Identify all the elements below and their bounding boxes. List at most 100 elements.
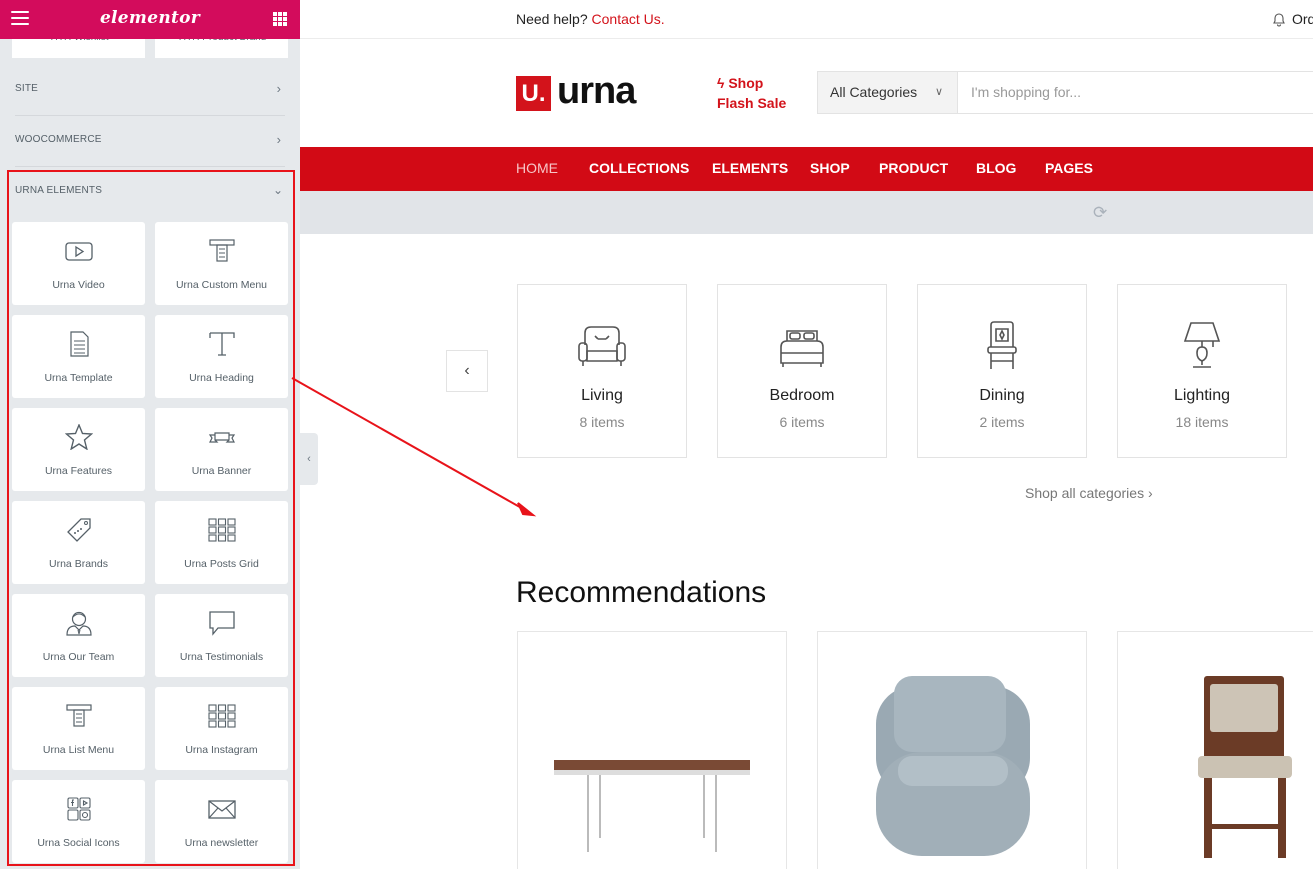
banner-icon xyxy=(155,424,288,450)
shop-all-categories-link[interactable]: Shop all categories › xyxy=(1025,485,1153,501)
grid-icon xyxy=(155,517,288,543)
widget-urna-list-menu[interactable]: Urna List Menu xyxy=(12,687,145,770)
nav-product[interactable]: PRODUCT xyxy=(879,160,948,176)
flash-sale-link[interactable]: ϟ Shop Flash Sale xyxy=(717,73,786,113)
widget-urna-brands[interactable]: Urna Brands xyxy=(12,501,145,584)
category-name: Bedroom xyxy=(769,387,835,404)
custom-menu-icon xyxy=(155,238,288,264)
main-nav: HOME COLLECTIONS ELEMENTS SHOP PRODUCT B… xyxy=(300,147,1313,191)
armchair-image xyxy=(876,676,1030,856)
nav-shop[interactable]: SHOP xyxy=(810,160,850,176)
widget-urna-our-team[interactable]: Urna Our Team xyxy=(12,594,145,677)
carousel-prev-button[interactable]: ‹ xyxy=(446,350,488,392)
category-card-lighting[interactable]: Lighting 18 items xyxy=(1117,284,1287,458)
nav-blog[interactable]: BLOG xyxy=(976,160,1016,176)
category-label: WOOCOMMERCE xyxy=(15,134,102,145)
tag-icon xyxy=(12,517,145,543)
chevron-right-icon: › xyxy=(1147,485,1153,501)
loading-bar: ⟳ xyxy=(300,191,1313,234)
widget-urna-social-icons[interactable]: Urna Social Icons xyxy=(12,780,145,863)
category-select[interactable]: All Categories ∨ xyxy=(818,72,958,113)
nav-home[interactable]: HOME xyxy=(516,160,558,176)
shop-all-label: Shop all categories xyxy=(1025,485,1145,501)
list-menu-icon xyxy=(12,703,145,729)
widget-label: Urna Video xyxy=(52,279,105,291)
widget-label: Urna Features xyxy=(44,465,113,477)
widgets-grid-icon[interactable] xyxy=(273,12,287,26)
category-label: SITE xyxy=(15,83,39,94)
armchair-icon xyxy=(518,319,686,373)
lamp-icon xyxy=(1118,319,1286,373)
nav-elements[interactable]: ELEMENTS xyxy=(712,160,788,176)
envelope-icon xyxy=(155,796,288,822)
chevron-right-icon: › xyxy=(276,132,281,147)
search-bar: All Categories ∨ I'm shopping for... xyxy=(817,71,1313,114)
widget-urna-newsletter[interactable]: Urna newsletter xyxy=(155,780,288,863)
category-name: Dining xyxy=(979,387,1025,404)
product-card[interactable] xyxy=(817,631,1087,869)
widget-label: Urna Posts Grid xyxy=(184,558,259,570)
chevron-down-icon: ∨ xyxy=(935,86,944,98)
search-input[interactable]: I'm shopping for... xyxy=(971,84,1081,100)
site-preview: Need help? Contact Us. Ord U. urna ϟ Sho… xyxy=(300,0,1313,869)
widget-label: Urna Template xyxy=(44,372,113,384)
logo-text: urna xyxy=(557,70,636,112)
category-card-living[interactable]: Living 8 items xyxy=(517,284,687,458)
flash-line2: Flash Sale xyxy=(717,95,787,111)
widget-urna-template[interactable]: Urna Template xyxy=(12,315,145,398)
chevron-down-icon[interactable]: ⌄ xyxy=(273,183,283,197)
category-site[interactable]: SITE › xyxy=(15,66,285,116)
widget-urna-posts-grid[interactable]: Urna Posts Grid xyxy=(155,501,288,584)
category-count: 2 items xyxy=(979,414,1025,430)
table-image xyxy=(554,760,750,852)
widget-urna-heading[interactable]: Urna Heading xyxy=(155,315,288,398)
bed-icon xyxy=(718,319,886,373)
widget-urna-custom-menu[interactable]: Urna Custom Menu xyxy=(155,222,288,305)
widget-urna-features[interactable]: Urna Features xyxy=(12,408,145,491)
widget-urna-video[interactable]: Urna Video xyxy=(12,222,145,305)
contact-us-link[interactable]: Contact Us. xyxy=(592,11,665,27)
widget-label: Urna List Menu xyxy=(42,744,115,756)
widget-label: Urna Social Icons xyxy=(37,837,120,849)
elementor-panel: elementor YITH Wishlist YITH Product Bra… xyxy=(0,0,300,869)
elementor-logo: elementor xyxy=(99,8,201,28)
chair-image xyxy=(1198,676,1292,858)
category-select-value: All Categories xyxy=(830,84,918,100)
category-card-bedroom[interactable]: Bedroom 6 items xyxy=(717,284,887,458)
collapse-panel-button[interactable]: ‹ xyxy=(300,433,318,485)
help-label: Need help? xyxy=(516,11,588,27)
widget-label: Urna newsletter xyxy=(184,837,259,849)
instagram-grid-icon xyxy=(155,703,288,729)
flash-line1: Shop xyxy=(728,75,764,91)
product-card[interactable] xyxy=(517,631,787,869)
widget-label: Urna Heading xyxy=(189,372,254,384)
widget-label: Urna Brands xyxy=(49,558,108,570)
refresh-icon: ⟳ xyxy=(1093,203,1108,222)
product-card[interactable] xyxy=(1117,631,1313,869)
category-count: 6 items xyxy=(779,414,825,430)
category-count: 8 items xyxy=(579,414,625,430)
nav-collections[interactable]: COLLECTIONS xyxy=(589,160,689,176)
lightning-icon: ϟ xyxy=(717,75,729,91)
header: U. urna ϟ Shop Flash Sale All Categories… xyxy=(300,39,1313,147)
top-bar: Need help? Contact Us. Ord xyxy=(300,0,1313,39)
video-icon xyxy=(12,238,145,264)
widget-urna-banner[interactable]: Urna Banner xyxy=(155,408,288,491)
category-card-dining[interactable]: Dining 2 items xyxy=(917,284,1087,458)
heading-icon xyxy=(155,331,288,357)
category-count: 18 items xyxy=(1175,414,1229,430)
panel-header: elementor xyxy=(0,0,300,39)
widget-urna-testimonials[interactable]: Urna Testimonials xyxy=(155,594,288,677)
category-woocommerce[interactable]: WOOCOMMERCE › xyxy=(15,117,285,167)
social-icons-icon xyxy=(12,796,145,822)
widget-label: Urna Banner xyxy=(191,465,252,477)
template-icon xyxy=(12,331,145,357)
widget-label: Urna Testimonials xyxy=(179,651,264,663)
category-name: Lighting xyxy=(1173,387,1231,404)
widget-urna-instagram[interactable]: Urna Instagram xyxy=(155,687,288,770)
category-name: Living xyxy=(581,387,623,404)
order-link[interactable]: Ord xyxy=(1292,11,1313,27)
category-urna-elements[interactable]: URNA ELEMENTS xyxy=(15,185,102,196)
bell-icon[interactable] xyxy=(1271,11,1287,27)
nav-pages[interactable]: PAGES xyxy=(1045,160,1093,176)
